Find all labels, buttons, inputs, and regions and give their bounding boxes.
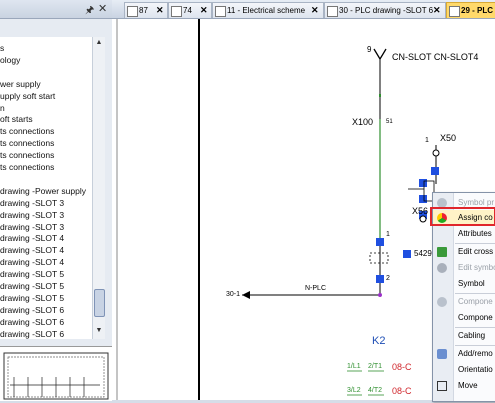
tree-item[interactable]: drawing -SLOT 5 — [0, 281, 64, 291]
contact-left: 1/L1 — [347, 363, 361, 370]
x50-pin: 1 — [425, 137, 429, 144]
contact-mid: 4/T2 — [368, 387, 383, 394]
selection-handle[interactable] — [376, 238, 384, 246]
scroll-down-icon[interactable]: ▼ — [93, 327, 105, 334]
terminal-x56 — [419, 215, 427, 223]
tree-item[interactable]: ts connections — [0, 150, 54, 160]
tab-electrical-scheme[interactable]: 11 - Electrical scheme ✕ — [212, 2, 324, 18]
wire-label: X100 — [352, 117, 374, 127]
page-icon — [449, 6, 460, 17]
tree-item[interactable]: drawing -SLOT 6 — [0, 329, 64, 339]
tree-scrollbar[interactable]: ▲ ▼ — [92, 37, 105, 339]
tree-item[interactable]: ts connections — [0, 162, 54, 172]
menu-item-orientation[interactable]: Orientatio — [433, 362, 495, 378]
wire-number: 51 — [386, 119, 393, 125]
scroll-up-icon[interactable]: ▲ — [93, 39, 105, 46]
contact-ref: 08-C — [392, 362, 412, 372]
tree-item[interactable]: drawing -SLOT 3 — [0, 222, 64, 232]
highlight-annotation-box — [430, 207, 495, 226]
arrow-label: 30-1 — [226, 291, 241, 298]
coil-symbol — [369, 252, 389, 264]
tree-panel: 🖈 ✕ s ology wer supply upply soft start n oft… — [0, 0, 112, 401]
tab-87[interactable]: 87 ✕ — [124, 2, 168, 18]
contact-left: 3/L2 — [347, 387, 361, 394]
project-tree[interactable]: s ology wer supply upply soft start n oft sta… — [0, 37, 92, 339]
menu-item-move[interactable]: Move — [433, 378, 495, 394]
panel-header: 🖈 ✕ — [0, 0, 112, 19]
x56-label: X56 — [412, 206, 429, 216]
tree-item[interactable]: drawing -SLOT 6 — [0, 305, 64, 315]
tree-item[interactable]: upply soft start — [0, 91, 55, 101]
terminal-5429-label: 5429 — [414, 249, 432, 258]
menu-item-add-remove[interactable]: Add/remo — [433, 346, 495, 362]
junction-dot — [378, 293, 382, 297]
tree-item[interactable]: drawing -SLOT 6 — [0, 317, 64, 327]
tab-close-icon[interactable]: ✕ — [311, 3, 319, 18]
tab-plc-active[interactable]: 29 - PLC — [446, 2, 495, 18]
selection-handle[interactable] — [403, 250, 411, 258]
tree-item[interactable]: wer supply — [0, 79, 41, 89]
selection-handle[interactable] — [431, 167, 439, 175]
scroll-thumb[interactable] — [94, 289, 105, 317]
menu-item-edit-symbol[interactable]: Edit symbo — [433, 260, 495, 276]
add-remove-icon — [437, 349, 447, 359]
menu-item-symbol[interactable]: Symbol — [433, 276, 495, 292]
connector-label: CN-SLOT CN-SLOT4 — [392, 52, 479, 62]
tree-item[interactable]: ology — [0, 55, 20, 65]
tree-item[interactable]: ts connections — [0, 138, 54, 148]
tab-close-icon[interactable]: ✕ — [200, 3, 208, 18]
pin-2-label: 2 — [386, 275, 390, 282]
tree-item[interactable]: drawing -Power supply — [0, 186, 86, 196]
tree-item[interactable]: drawing -SLOT 3 — [0, 210, 64, 220]
sheet-preview — [0, 346, 112, 401]
menu-item-attributes[interactable]: Attributes — [433, 226, 495, 242]
contact-mid: 2/T1 — [368, 363, 383, 370]
pin-icon[interactable]: 🖈 — [85, 3, 94, 20]
page-icon — [327, 6, 338, 17]
close-icon[interactable]: ✕ — [98, 2, 107, 15]
move-icon — [437, 381, 447, 391]
symbol-icon — [437, 263, 447, 273]
tree-item[interactable]: ts connections — [0, 126, 54, 136]
nplc-label: N-PLC — [305, 285, 327, 292]
selection-handle[interactable] — [376, 275, 384, 283]
tab-plc-drawing-slot6[interactable]: 30 - PLC drawing -SLOT 6 ✕ — [324, 2, 446, 18]
tree-item[interactable]: drawing -SLOT 5 — [0, 269, 64, 279]
arrow-head-icon — [242, 291, 250, 299]
connector-symbol — [373, 48, 387, 61]
tree-item[interactable]: drawing -SLOT 4 — [0, 257, 64, 267]
tree-item[interactable]: drawing -SLOT 5 — [0, 293, 64, 303]
pin-1-label: 1 — [386, 231, 390, 238]
tab-74[interactable]: 74 ✕ — [168, 2, 212, 18]
menu-item-component-info[interactable]: Compone — [433, 294, 495, 310]
tree-item[interactable]: s — [0, 43, 4, 53]
cross-icon — [437, 247, 447, 257]
menu-item-edit-cross[interactable]: Edit cross — [433, 244, 495, 260]
document-tabs: 87 ✕ 74 ✕ 11 - Electrical scheme ✕ 30 - … — [112, 0, 495, 19]
tree-item[interactable]: n — [0, 103, 5, 113]
page-icon — [171, 6, 182, 17]
tree-item[interactable]: oft starts — [0, 114, 33, 124]
selection-handle[interactable] — [419, 179, 427, 187]
preview-thumbnail — [3, 352, 109, 400]
page-icon — [127, 6, 138, 17]
menu-item-component[interactable]: Compone — [433, 310, 495, 326]
tab-close-icon[interactable]: ✕ — [156, 3, 164, 18]
tree-item[interactable]: drawing -SLOT 4 — [0, 233, 64, 243]
contact-ref: 08-C — [392, 386, 412, 396]
terminal-x50 — [432, 149, 440, 157]
k2-label: K2 — [372, 335, 386, 347]
tree-item[interactable]: drawing -SLOT 4 — [0, 245, 64, 255]
tree-item[interactable]: drawing -SLOT 3 — [0, 198, 64, 208]
tab-close-icon[interactable]: ✕ — [433, 3, 441, 18]
x50-label: X50 — [440, 133, 457, 143]
info-icon — [437, 297, 447, 307]
page-icon — [215, 6, 226, 17]
selection-handle[interactable] — [419, 195, 427, 203]
menu-item-cabling[interactable]: Cabling — [433, 328, 495, 344]
connector-number: 9 — [367, 45, 372, 54]
